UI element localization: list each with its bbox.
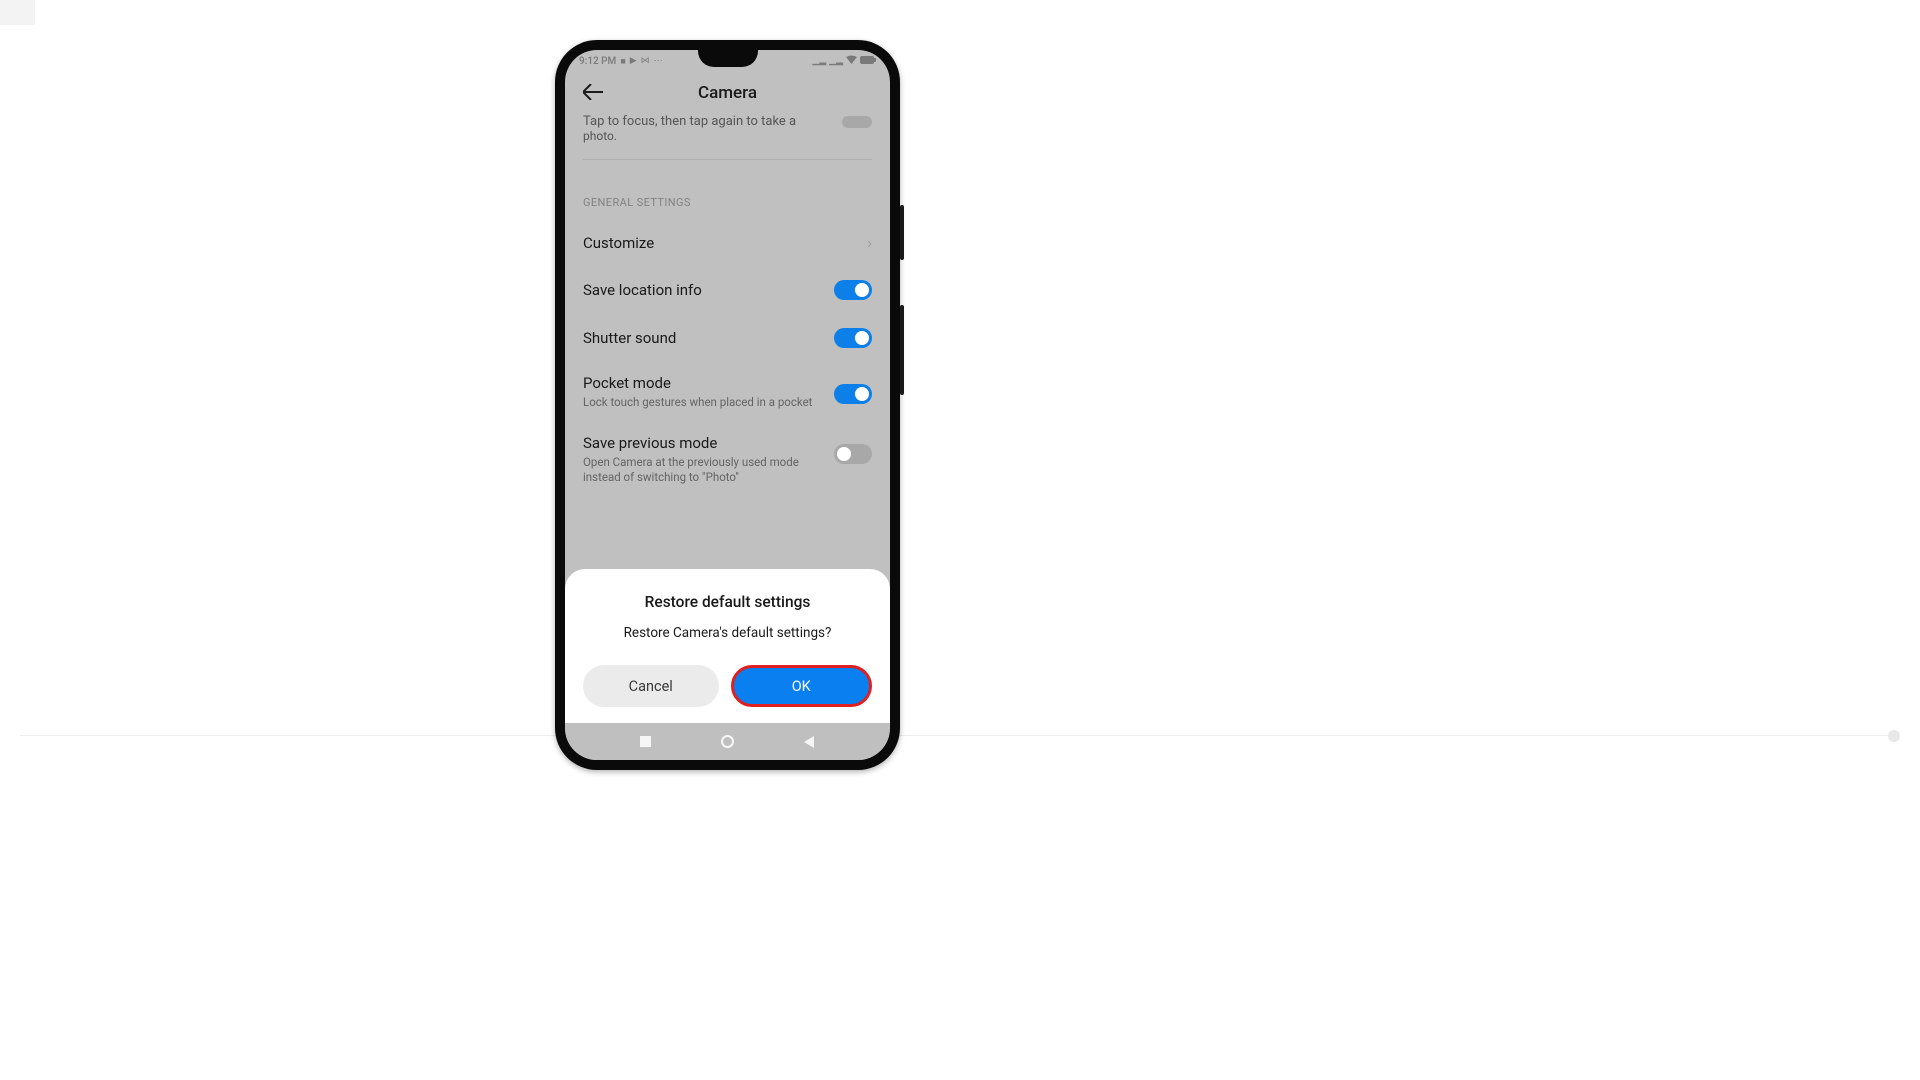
partial-setting-item[interactable]: Tap to focus, then tap again to take a p… <box>583 114 872 160</box>
location-toggle[interactable] <box>834 280 872 300</box>
page-header: Camera <box>565 72 890 114</box>
battery-icon <box>860 56 876 67</box>
dialog-message: Restore Camera's default settings? <box>583 625 872 641</box>
status-time: 9:12 PM <box>579 56 616 67</box>
back-arrow-icon[interactable] <box>583 81 603 105</box>
pocket-row[interactable]: Pocket mode Lock touch gestures when pla… <box>583 362 872 422</box>
corner-box <box>0 0 35 25</box>
previous-mode-sub: Open Camera at the previously used mode … <box>583 455 822 485</box>
restore-dialog: Restore default settings Restore Camera'… <box>565 569 890 723</box>
shutter-toggle[interactable] <box>834 328 872 348</box>
pocket-label: Pocket mode <box>583 374 822 392</box>
horizontal-divider <box>20 735 1900 736</box>
signal-icon-2: ▁▂ <box>829 56 843 66</box>
status-more-icon: ⋯ <box>654 56 663 66</box>
partial-setting-text2: photo. <box>583 129 796 143</box>
previous-mode-label: Save previous mode <box>583 434 822 452</box>
nav-back-icon[interactable] <box>803 735 816 748</box>
phone-side-button-2 <box>900 305 904 395</box>
previous-mode-row[interactable]: Save previous mode Open Camera at the pr… <box>583 422 872 497</box>
dialog-title: Restore default settings <box>583 593 872 611</box>
android-nav-bar <box>565 723 890 760</box>
pocket-toggle[interactable] <box>834 384 872 404</box>
dot-indicator <box>1888 730 1900 742</box>
location-label: Save location info <box>583 281 702 299</box>
shutter-label: Shutter sound <box>583 329 676 347</box>
ok-button[interactable]: OK <box>731 665 873 707</box>
cancel-button[interactable]: Cancel <box>583 665 719 707</box>
status-app-icon: ⋈ <box>641 56 650 66</box>
chevron-right-icon: › <box>867 233 872 252</box>
shutter-row[interactable]: Shutter sound <box>583 314 872 362</box>
customize-label: Customize <box>583 234 654 252</box>
status-record-icon: ■ <box>620 56 625 67</box>
page-title: Camera <box>583 83 872 103</box>
signal-icon: ▁▂ <box>812 56 826 66</box>
partial-toggle-off[interactable] <box>842 116 872 128</box>
section-header: GENERAL SETTINGS <box>583 196 872 209</box>
phone-notch <box>698 50 758 67</box>
previous-mode-toggle[interactable] <box>834 444 872 464</box>
phone-frame: 9:12 PM ■ ▶ ⋈ ⋯ ▁▂ ▁▂ Camera <box>555 40 900 770</box>
nav-home-icon[interactable] <box>721 735 734 748</box>
status-yt-icon: ▶ <box>630 56 637 66</box>
pocket-sub: Lock touch gestures when placed in a poc… <box>583 395 822 410</box>
nav-recent-icon[interactable] <box>639 735 652 748</box>
partial-setting-text: Tap to focus, then tap again to take a <box>583 114 796 129</box>
phone-side-button-1 <box>900 205 904 260</box>
wifi-icon <box>846 55 857 67</box>
phone-screen: 9:12 PM ■ ▶ ⋈ ⋯ ▁▂ ▁▂ Camera <box>565 50 890 760</box>
location-row[interactable]: Save location info <box>583 266 872 314</box>
customize-row[interactable]: Customize › <box>583 219 872 266</box>
